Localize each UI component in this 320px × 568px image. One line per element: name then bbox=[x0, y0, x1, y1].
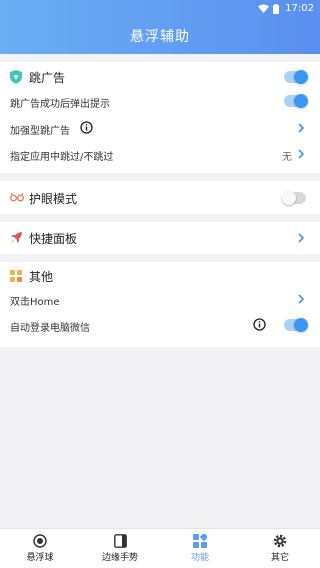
shield-icon bbox=[10, 70, 22, 84]
tab-edge-gesture[interactable]: 边缘手势 bbox=[80, 529, 160, 568]
skip-ads-header-row[interactable]: 跳广告 bbox=[0, 68, 320, 86]
status-bar: 17:02 bbox=[258, 3, 314, 14]
eye-mode-section: 护眼模式 bbox=[0, 181, 320, 214]
page-title: 悬浮辅助 bbox=[130, 29, 190, 45]
skip-ads-section: 跳广告 跳广告成功后弹出提示 加强型跳广告 指定应用中跳过/不跳过 无 bbox=[0, 62, 320, 173]
enhanced-skip-row[interactable]: 加强型跳广告 bbox=[0, 120, 320, 137]
tab-floating-ball[interactable]: 悬浮球 bbox=[0, 529, 80, 568]
tab-floating-ball-label: 悬浮球 bbox=[26, 553, 54, 563]
bottom-tab-bar: 悬浮球 边缘手势 功能 其它 bbox=[0, 528, 320, 568]
gear-icon bbox=[273, 534, 287, 548]
edge-panel-icon bbox=[113, 534, 127, 548]
others-section: 其他 双击Home 自动登录电脑微信 bbox=[0, 262, 320, 347]
rocket-icon bbox=[10, 231, 23, 244]
app-header: 17:02 悬浮辅助 bbox=[0, 0, 320, 54]
app-skip-list-label: 指定应用中跳过/不跳过 bbox=[10, 152, 114, 163]
record-icon bbox=[33, 534, 47, 548]
eye-mode-row[interactable]: 护眼模式 bbox=[0, 181, 320, 214]
app-skip-list-value: 无 bbox=[282, 152, 292, 163]
chevron-right-icon bbox=[298, 123, 305, 133]
glasses-icon bbox=[10, 192, 24, 202]
status-time: 17:02 bbox=[285, 3, 314, 14]
enhanced-skip-label: 加强型跳广告 bbox=[10, 126, 70, 137]
quick-panel-section: 快捷面板 bbox=[0, 222, 320, 254]
auto-login-wechat-row[interactable]: 自动登录电脑微信 bbox=[0, 317, 320, 334]
eye-mode-title: 护眼模式 bbox=[29, 192, 78, 206]
auto-login-wechat-label: 自动登录电脑微信 bbox=[10, 323, 90, 334]
auto-login-wechat-toggle[interactable] bbox=[284, 318, 308, 332]
apps-grid-icon bbox=[193, 534, 207, 548]
info-icon[interactable] bbox=[253, 318, 266, 331]
tab-others[interactable]: 其它 bbox=[240, 529, 320, 568]
app-skip-list-row[interactable]: 指定应用中跳过/不跳过 无 bbox=[0, 146, 320, 163]
others-title: 其他 bbox=[29, 270, 54, 284]
others-header-row: 其他 bbox=[0, 267, 320, 285]
chevron-right-icon bbox=[298, 149, 305, 159]
wifi-icon bbox=[258, 4, 270, 13]
chevron-right-icon bbox=[298, 233, 305, 243]
chevron-right-icon bbox=[298, 294, 305, 304]
double-click-home-label: 双击Home bbox=[10, 297, 60, 308]
double-click-home-row[interactable]: 双击Home bbox=[0, 291, 320, 308]
tab-functions-label: 功能 bbox=[190, 553, 209, 563]
quick-panel-row[interactable]: 快捷面板 bbox=[0, 222, 320, 254]
quick-panel-title: 快捷面板 bbox=[29, 232, 78, 246]
skip-success-tip-toggle[interactable] bbox=[284, 94, 308, 108]
grid-icon bbox=[10, 270, 22, 282]
tab-functions[interactable]: 功能 bbox=[160, 529, 240, 568]
skip-ads-title: 跳广告 bbox=[29, 71, 66, 85]
skip-success-tip-row[interactable]: 跳广告成功后弹出提示 bbox=[0, 93, 320, 110]
tab-others-label: 其它 bbox=[270, 553, 289, 563]
info-icon[interactable] bbox=[80, 121, 93, 134]
skip-ads-toggle[interactable] bbox=[284, 70, 308, 84]
eye-mode-toggle[interactable] bbox=[282, 191, 306, 205]
battery-icon bbox=[273, 3, 280, 14]
tab-edge-gesture-label: 边缘手势 bbox=[101, 553, 138, 563]
skip-success-tip-label: 跳广告成功后弹出提示 bbox=[10, 99, 110, 110]
